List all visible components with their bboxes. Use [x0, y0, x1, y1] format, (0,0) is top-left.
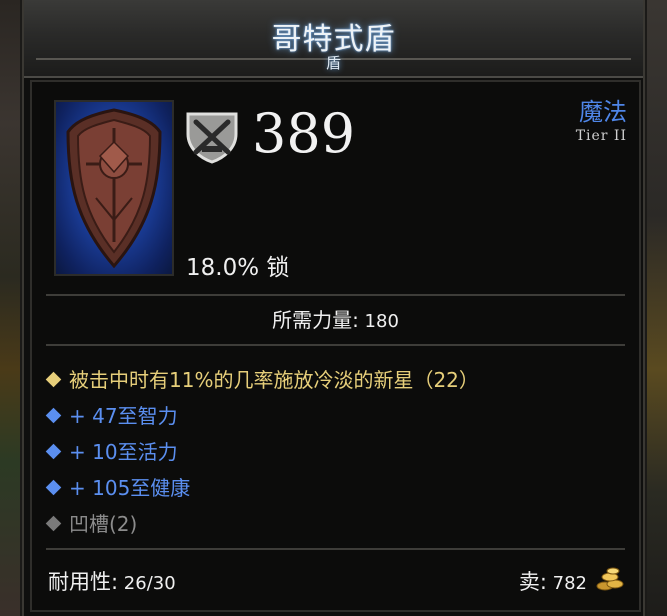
armor-shield-icon [182, 108, 242, 164]
diamond-bullet-icon [45, 443, 62, 460]
background-scenery-left [0, 0, 26, 616]
gold-coins-icon [595, 564, 625, 594]
diamond-bullet-icon [45, 479, 62, 496]
affix-line: + 105至健康 [45, 472, 191, 501]
affix-line: + 10至活力 [45, 436, 178, 465]
durability: 耐用性: 26/30 [48, 566, 176, 596]
affix-line: + 47至智力 [45, 400, 178, 429]
requirement-value: 180 [358, 311, 399, 332]
gothic-shield-icon [54, 100, 174, 276]
item-quality: 魔法 [579, 98, 627, 126]
affix-text: 被击中时有11%的几率施放冷淡的新星（22） [69, 368, 479, 392]
sell-label: 卖: [518, 570, 547, 594]
item-tooltip: 哥特式盾 盾 389 魔法 Tier II 18.0% 锁 所需力量: 180 … [24, 0, 643, 616]
diamond-bullet-icon [45, 371, 62, 388]
tooltip-body: 389 魔法 Tier II 18.0% 锁 所需力量: 180 被击中时有11… [30, 80, 641, 612]
sell-value: 782 [546, 573, 587, 594]
affix-line: 凹槽(2) [45, 508, 138, 537]
item-tier: Tier II [575, 128, 627, 144]
diamond-bullet-icon [45, 515, 62, 532]
item-type: 盾 [325, 54, 341, 72]
affix-text: + 10至活力 [69, 440, 178, 464]
divider [46, 548, 625, 550]
strength-requirement: 所需力量: 180 [32, 304, 639, 333]
divider [46, 344, 625, 346]
block-chance: 18.0% 锁 [186, 255, 290, 281]
affix-text: + 105至健康 [69, 476, 191, 500]
affix-line: 被击中时有11%的几率施放冷淡的新星（22） [45, 364, 479, 393]
divider [46, 294, 625, 296]
requirement-label: 所需力量: [272, 308, 359, 332]
affix-text: + 47至智力 [69, 404, 178, 428]
sell-price: 卖: 782 [519, 566, 587, 596]
tooltip-header: 哥特式盾 盾 [24, 0, 643, 78]
diamond-bullet-icon [45, 407, 62, 424]
durability-label: 耐用性: [48, 570, 119, 594]
durability-value: 26/30 [118, 573, 176, 594]
armor-value: 389 [252, 102, 356, 165]
affix-text: 凹槽(2) [69, 512, 138, 536]
background-scenery-right [641, 0, 667, 616]
